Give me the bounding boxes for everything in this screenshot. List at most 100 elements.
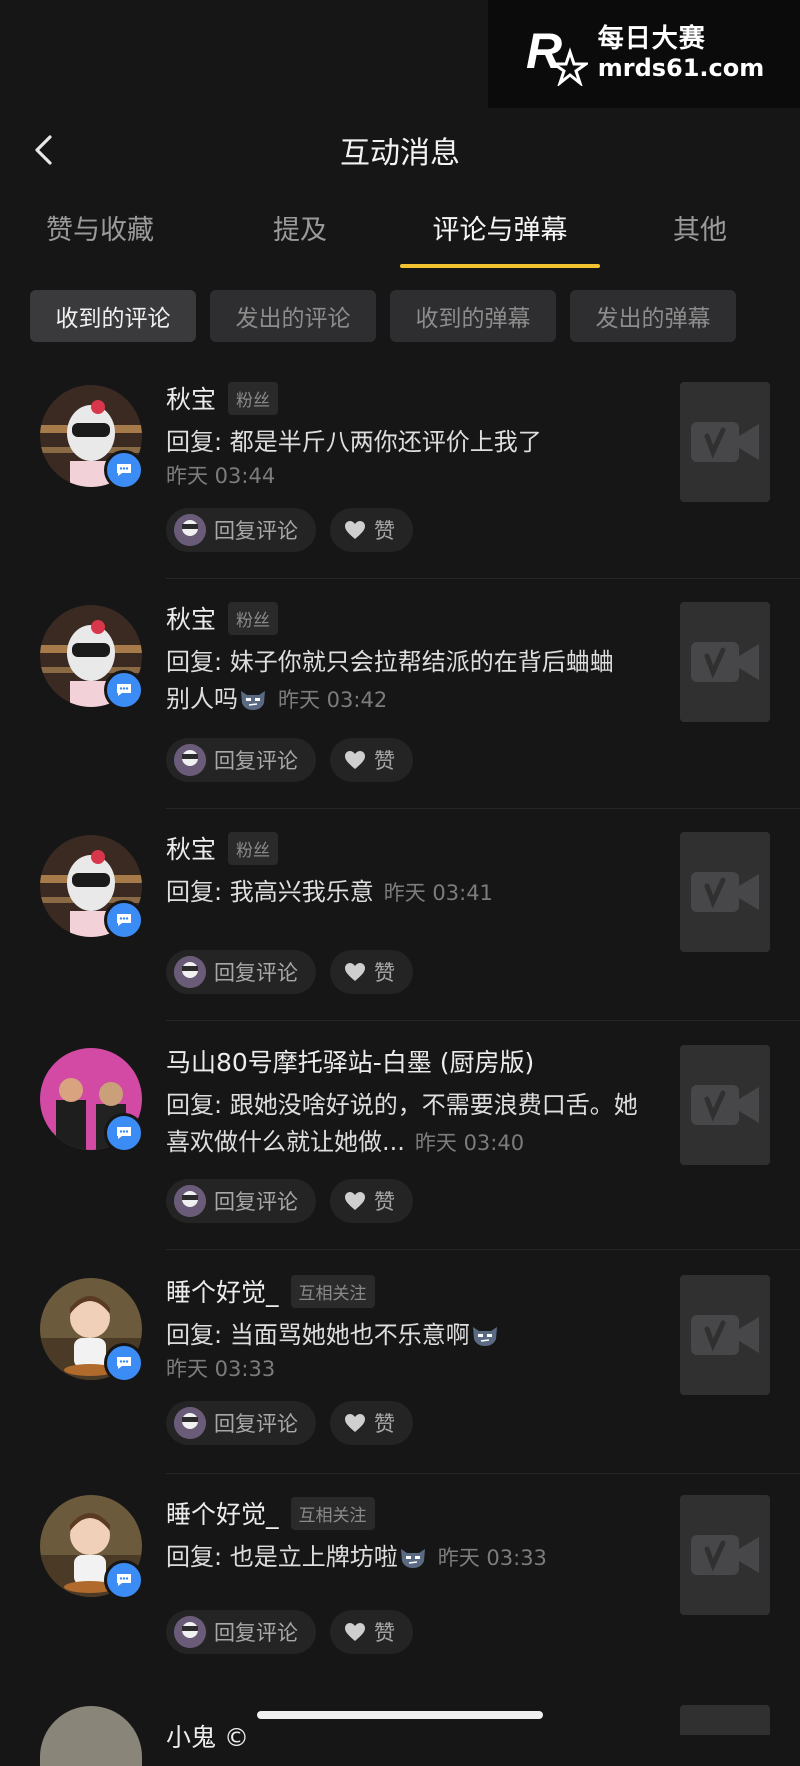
watermark-banner: R 每日大赛 mrds61.com bbox=[488, 0, 800, 108]
like-label: 赞 bbox=[374, 1621, 395, 1645]
video-thumbnail-partial[interactable] bbox=[680, 1705, 770, 1735]
watermark-logo: R bbox=[524, 22, 591, 88]
reply-comment-button[interactable]: 回复评论 bbox=[166, 1610, 316, 1654]
comment-text[interactable]: 回复: 跟她没啥好说的，不需要浪费口舌。她喜欢做什么就让她做... 昨天 03:4… bbox=[166, 1087, 646, 1162]
tab-other[interactable]: 其他 bbox=[600, 208, 800, 247]
divider bbox=[166, 578, 800, 579]
my-avatar-icon bbox=[174, 956, 206, 988]
heart-icon bbox=[345, 1192, 365, 1210]
comment-text[interactable]: 回复: 当面骂她她也不乐意啊 昨天 03:33 bbox=[166, 1317, 666, 1384]
video-camera-icon bbox=[691, 872, 759, 912]
smirk-cat-emoji-icon bbox=[241, 691, 265, 710]
my-avatar-icon bbox=[174, 1407, 206, 1439]
category-tabs: 赞与收藏 提及 评论与弹幕 其他 bbox=[0, 208, 800, 270]
like-button[interactable]: 赞 bbox=[330, 1179, 413, 1223]
divider bbox=[166, 808, 800, 809]
video-camera-icon bbox=[691, 642, 759, 682]
relation-tag: 互相关注 bbox=[290, 1274, 375, 1308]
my-avatar-icon bbox=[174, 1185, 206, 1217]
video-thumbnail[interactable] bbox=[680, 1045, 770, 1165]
avatar-partial[interactable] bbox=[40, 1706, 142, 1766]
relation-tag: 粉丝 bbox=[228, 831, 279, 865]
filter-chips: 收到的评论 发出的评论 收到的弹幕 发出的弹幕 bbox=[30, 290, 736, 342]
reply-label: 回复评论 bbox=[214, 1412, 298, 1436]
video-thumbnail[interactable] bbox=[680, 382, 770, 502]
smirk-cat-emoji-icon bbox=[472, 1327, 497, 1346]
like-label: 赞 bbox=[374, 749, 395, 773]
like-button[interactable]: 赞 bbox=[330, 508, 413, 552]
reply-label: 回复评论 bbox=[214, 1190, 298, 1214]
comment-body: 回复: 当面骂她她也不乐意啊 bbox=[166, 1321, 470, 1349]
comment-badge-icon bbox=[104, 450, 144, 490]
user-name-partial[interactable]: 小鬼 © bbox=[166, 1718, 249, 1754]
filter-received-danmaku[interactable]: 收到的弹幕 bbox=[390, 290, 556, 342]
reply-comment-button[interactable]: 回复评论 bbox=[166, 738, 316, 782]
user-name[interactable]: 秋宝 bbox=[166, 380, 216, 416]
comment-text[interactable]: 回复: 也是立上牌坊啦 昨天 03:33 bbox=[166, 1539, 666, 1577]
heart-icon bbox=[345, 963, 365, 981]
video-thumbnail[interactable] bbox=[680, 602, 770, 722]
back-arrow-icon[interactable] bbox=[30, 134, 58, 166]
video-camera-icon bbox=[691, 1315, 759, 1355]
video-camera-icon bbox=[691, 1085, 759, 1125]
reply-comment-button[interactable]: 回复评论 bbox=[166, 1401, 316, 1445]
relation-tag: 粉丝 bbox=[228, 381, 279, 415]
relation-tag: 互相关注 bbox=[290, 1496, 375, 1530]
user-name[interactable]: 睡个好觉_ bbox=[166, 1273, 279, 1309]
heart-icon bbox=[345, 751, 365, 769]
comment-text[interactable]: 回复: 都是半斤八两你还评价上我了 昨天 03:44 bbox=[166, 424, 666, 491]
like-button[interactable]: 赞 bbox=[330, 1401, 413, 1445]
comment-body: 回复: 妹子你就只会拉帮结派的在背后蛐蛐别人吗 bbox=[166, 648, 614, 713]
video-thumbnail[interactable] bbox=[680, 1275, 770, 1395]
comment-time: 昨天 03:33 bbox=[166, 1357, 276, 1381]
user-name[interactable]: 秋宝 bbox=[166, 600, 216, 636]
user-name[interactable]: 马山80号摩托驿站-白墨 (厨房版) bbox=[166, 1043, 534, 1079]
like-button[interactable]: 赞 bbox=[330, 1610, 413, 1654]
reply-label: 回复评论 bbox=[214, 961, 298, 985]
relation-tag: 粉丝 bbox=[228, 601, 279, 635]
divider bbox=[166, 1249, 800, 1250]
video-camera-icon bbox=[691, 1535, 759, 1575]
tab-comments-danmaku[interactable]: 评论与弹幕 bbox=[400, 208, 600, 247]
user-name[interactable]: 睡个好觉_ bbox=[166, 1495, 279, 1531]
video-thumbnail[interactable] bbox=[680, 832, 770, 952]
comment-badge-icon bbox=[104, 1113, 144, 1153]
tab-likes-favorites[interactable]: 赞与收藏 bbox=[0, 208, 200, 247]
filter-sent-danmaku[interactable]: 发出的弹幕 bbox=[570, 290, 736, 342]
comment-time: 昨天 03:41 bbox=[383, 881, 493, 905]
my-avatar-icon bbox=[174, 744, 206, 776]
active-tab-indicator bbox=[400, 264, 600, 268]
comment-body: 回复: 都是半斤八两你还评价上我了 bbox=[166, 428, 542, 456]
like-label: 赞 bbox=[374, 1412, 395, 1436]
tab-mentions[interactable]: 提及 bbox=[200, 208, 400, 247]
comment-time: 昨天 03:44 bbox=[166, 464, 276, 488]
reply-comment-button[interactable]: 回复评论 bbox=[166, 1179, 316, 1223]
comment-badge-icon bbox=[104, 1343, 144, 1383]
reply-comment-button[interactable]: 回复评论 bbox=[166, 950, 316, 994]
svg-text:R: R bbox=[526, 23, 562, 79]
like-button[interactable]: 赞 bbox=[330, 738, 413, 782]
heart-icon bbox=[345, 1414, 365, 1432]
comment-time: 昨天 03:42 bbox=[278, 688, 388, 712]
reply-comment-button[interactable]: 回复评论 bbox=[166, 508, 316, 552]
comment-text[interactable]: 回复: 妹子你就只会拉帮结派的在背后蛐蛐别人吗 昨天 03:42 bbox=[166, 644, 636, 719]
filter-sent-comments[interactable]: 发出的评论 bbox=[210, 290, 376, 342]
like-label: 赞 bbox=[374, 519, 395, 543]
watermark-url: mrds61.com bbox=[597, 54, 765, 83]
comment-time: 昨天 03:33 bbox=[437, 1546, 547, 1570]
comment-badge-icon bbox=[104, 670, 144, 710]
like-button[interactable]: 赞 bbox=[330, 950, 413, 994]
video-thumbnail[interactable] bbox=[680, 1495, 770, 1615]
divider bbox=[166, 1020, 800, 1021]
comment-body: 回复: 我高兴我乐意 bbox=[166, 878, 374, 906]
filter-received-comments[interactable]: 收到的评论 bbox=[30, 290, 196, 342]
home-indicator[interactable] bbox=[257, 1711, 543, 1719]
heart-icon bbox=[345, 521, 365, 539]
heart-icon bbox=[345, 1623, 365, 1641]
reply-label: 回复评论 bbox=[214, 1621, 298, 1645]
comment-text[interactable]: 回复: 我高兴我乐意 昨天 03:41 bbox=[166, 874, 666, 912]
comment-badge-icon bbox=[104, 900, 144, 940]
reply-label: 回复评论 bbox=[214, 749, 298, 773]
my-avatar-icon bbox=[174, 1616, 206, 1648]
user-name[interactable]: 秋宝 bbox=[166, 830, 216, 866]
